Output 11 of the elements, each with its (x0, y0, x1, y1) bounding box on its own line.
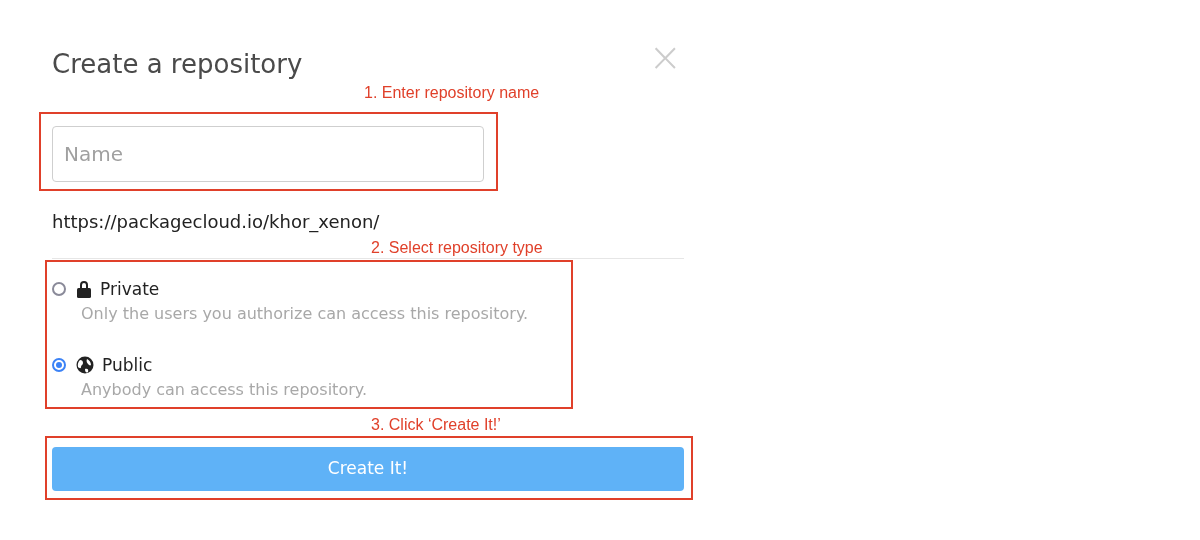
option-description: Anybody can access this repository. (81, 379, 369, 401)
annotation-label: 1. Enter repository name (364, 83, 540, 103)
dialog-title: Create a repository (52, 48, 303, 81)
option-label: Public (102, 354, 153, 377)
option-label: Private (100, 278, 160, 301)
annotation-label: 2. Select repository type (371, 238, 543, 258)
name-field[interactable]: Name (52, 126, 484, 182)
option-description: Only the users you authorize can access this repository. (81, 303, 530, 325)
create-button[interactable]: Create It! (52, 447, 684, 491)
close-button[interactable]: × (648, 40, 682, 74)
repository-url: https://packagecloud.io/khor_xenon/ (52, 210, 381, 235)
